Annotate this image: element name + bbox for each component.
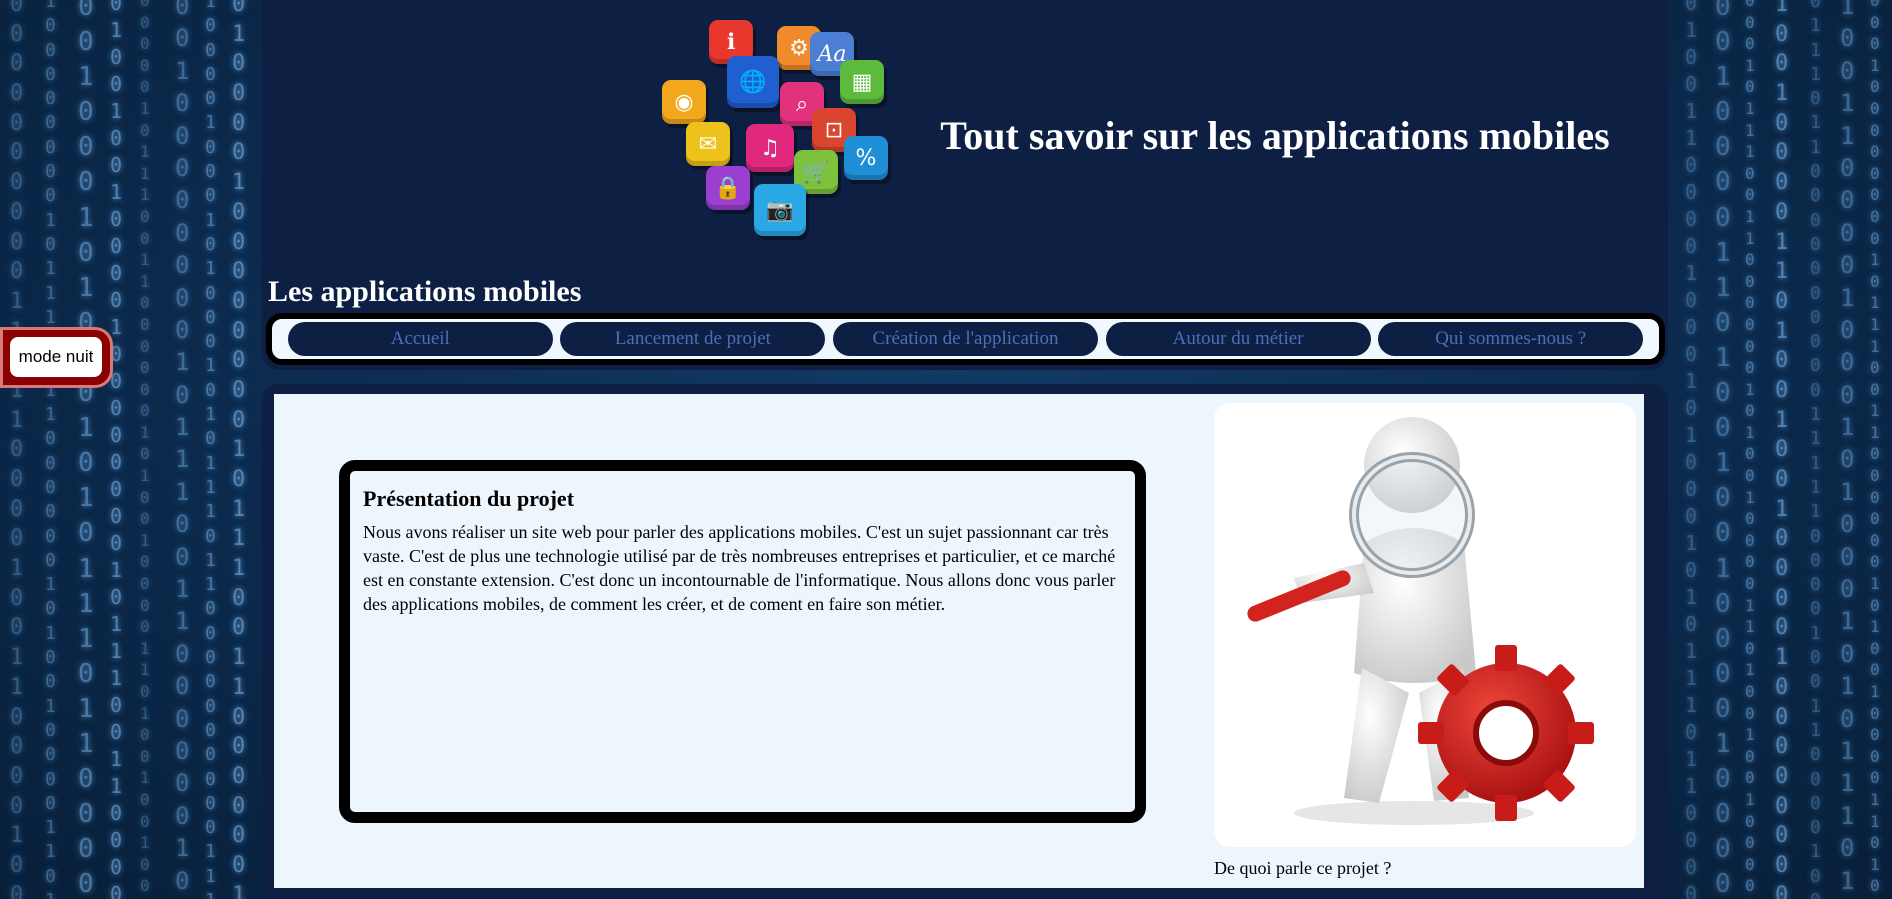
- site-title: Tout savoir sur les applications mobiles: [940, 113, 1610, 158]
- binary-digits-column: 0 0 1 0 0 0 0 0 0 0 0 1 0 1 1 1 0 0 1 1 …: [175, 0, 190, 899]
- project-heading: Présentation du projet: [363, 486, 575, 511]
- mail-icon: ✉: [686, 122, 730, 166]
- nav-item-lancement-de-projet[interactable]: Lancement de projet: [560, 322, 826, 356]
- binary-digits-column: 0 0 0 0 0 0 0 0 0 0 1 1 1 1 1 0 0 0 0 1 …: [10, 0, 24, 899]
- main-navigation: Accueil Lancement de projet Création de …: [266, 313, 1665, 365]
- lock-icon: 🔒: [706, 166, 750, 210]
- nav-item-qui-sommes-nous[interactable]: Qui sommes-nous ?: [1378, 322, 1644, 356]
- app-icons-logo: ℹ ⚙ Aa ▦ ◉ 🌐 ⌕ ⊡ ✉ ♫ 🛒 % 🔒 📷: [662, 20, 892, 250]
- nav-item-autour-du-metier[interactable]: Autour du métier: [1105, 322, 1371, 356]
- section-title: Les applications mobiles: [268, 275, 582, 308]
- illustration-caption: De quoi parle ce projet ?: [1214, 858, 1392, 878]
- binary-digits-column: 1 0 0 1 0 0 0 0 1 1 0 1 0 0 1 0 0 1 0 0 …: [1775, 0, 1789, 899]
- nav-item-accueil[interactable]: Accueil: [287, 322, 553, 356]
- binary-digits-column: 0 1 0 0 0 0 1 0 0 0 0 0 0 0 0 1 0 1 1 1 …: [232, 0, 246, 899]
- binary-digits-column: 0 1 1 1 0 1 1 0 0 0 0 0 0 0 0 0 0 1 1 1 …: [1810, 0, 1821, 899]
- night-mode-label: mode nuit: [10, 337, 102, 377]
- project-presentation-box: Présentation du projet Nous avons réalis…: [339, 460, 1146, 823]
- chart-icon: ▦: [840, 60, 884, 104]
- binary-digits-column: 0 0 0 1 0 0 0 0 0 0 0 0 1 0 1 1 1 0 0 1 …: [1870, 0, 1880, 899]
- rss-icon: ◉: [662, 80, 706, 124]
- binary-digits-column: 0 0 1 0 0 0 1 0 1 0 0 0 1 0 1 0 1 1 1 0 …: [78, 0, 94, 899]
- project-description: Nous avons réaliser un site web pour par…: [363, 522, 1116, 614]
- music-icon: ♫: [746, 124, 794, 172]
- binary-digits-column: 1 0 0 1 1 0 0 0 0 1 0 0 0 1 0 1 0 0 0 1 …: [1840, 0, 1855, 899]
- magnifier-gear-icon: [1247, 417, 1594, 825]
- camera-icon: 📷: [754, 184, 806, 236]
- magnifier-gear-illustration: [1214, 403, 1636, 847]
- binary-digits-column: 0 0 0 1 0 1 1 1 0 0 1 1 0 0 0 0 0 0 1 0 …: [1745, 0, 1755, 899]
- binary-digits-column: 0 0 0 0 0 1 0 1 1 1 0 0 1 1 0 0 0 0 0 0 …: [140, 0, 150, 899]
- globe-icon: 🌐: [727, 56, 779, 108]
- binary-digits-column: 1 0 0 0 0 1 0 0 0 1 0 1 0 0 0 1 0 1 0 1 …: [205, 0, 216, 899]
- night-mode-button[interactable]: mode nuit: [0, 327, 113, 388]
- binary-digits-column: 0 0 1 0 0 0 0 1 1 0 1 0 0 1 0 0 1 0 0 0 …: [1715, 0, 1731, 899]
- binary-digits-column: 0 1 0 0 1 1 0 0 0 0 1 0 0 0 1 0 1 0 0 0 …: [1685, 0, 1698, 899]
- nav-item-creation-application[interactable]: Création de l'application: [832, 322, 1098, 356]
- binary-digits-column: 1 0 0 0 0 0 0 0 0 1 0 1 1 1 0 0 1 1 0 0 …: [45, 0, 56, 899]
- binary-digits-column: 0 1 0 0 1 0 0 1 0 0 0 0 1 0 0 0 0 0 0 0 …: [110, 0, 123, 899]
